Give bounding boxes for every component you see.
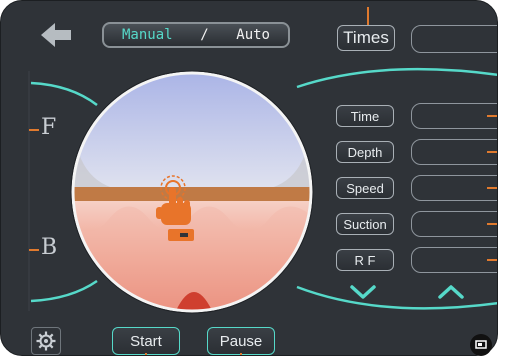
back-tick [29,249,39,251]
time-label: Time [350,108,380,124]
back-letter: B [41,235,58,260]
pause-label: Pause [219,332,263,350]
speed-tick [487,187,497,189]
gear-icon [36,331,56,351]
suction-button[interactable]: Suction [336,213,394,235]
pause-tick [240,353,242,355]
speed-value-slot [411,175,497,201]
chevron-down-icon[interactable] [349,283,377,301]
rf-value-slot [411,247,497,273]
rf-button[interactable]: R F [336,249,394,271]
start-label: Start [130,332,162,350]
hand-touch-icon [156,175,194,241]
start-tick [145,353,147,355]
time-value-slot [411,103,497,129]
settings-button[interactable] [31,327,61,355]
control-panel: Manual / Auto Times F B Time Depth Speed… [0,0,498,356]
chevron-up-icon[interactable] [437,283,465,301]
time-tick [487,115,497,117]
depth-button[interactable]: Depth [336,141,394,163]
suction-tick [487,223,497,225]
start-button[interactable]: Start [112,327,180,355]
depth-value-slot [411,139,497,165]
speed-button[interactable]: Speed [336,177,394,199]
pause-button[interactable]: Pause [207,327,275,355]
suction-value-slot [411,211,497,237]
depth-tick [487,151,497,153]
time-button[interactable]: Time [336,105,394,127]
front-letter: F [41,115,57,140]
rf-tick [487,259,497,261]
suction-label: Suction [343,216,387,232]
screen-icon [475,340,487,349]
corner-badge[interactable] [470,334,492,356]
rf-label: R F [354,252,376,268]
speed-label: Speed [346,180,384,196]
depth-label: Depth [347,144,383,160]
front-tick [29,129,39,131]
